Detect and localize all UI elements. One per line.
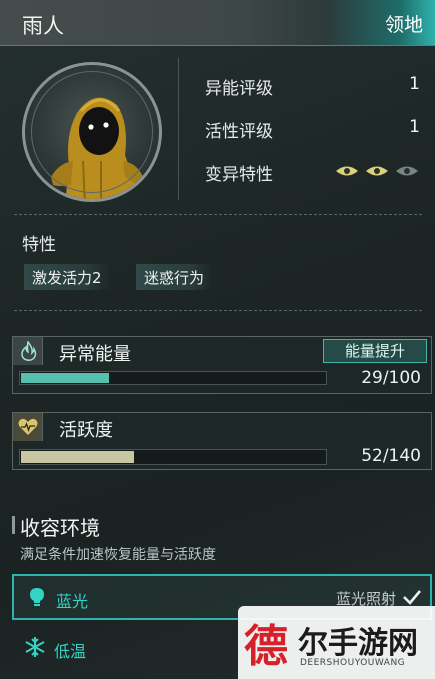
- stat-activity-rating: 活性评级 1: [205, 117, 420, 142]
- energy-bar-fill: [21, 373, 109, 383]
- containment-title: 收容环境: [20, 516, 100, 540]
- stat-ability-rating: 异能评级 1: [205, 74, 420, 99]
- energy-boost-button[interactable]: 能量提升: [323, 339, 427, 363]
- stat-label: 异能评级: [205, 79, 273, 99]
- env-item-label: 低温: [54, 642, 87, 661]
- activity-bar: [19, 449, 327, 465]
- watermark-logo-char: 德: [244, 621, 288, 672]
- energy-bar: [19, 371, 327, 385]
- watermark-subtext: DEERSHOUYOUWANG: [300, 658, 406, 668]
- eye-icon: [396, 166, 418, 176]
- stat-value: 1: [409, 117, 420, 137]
- flame-icon: [13, 337, 43, 365]
- section-divider: [14, 310, 422, 311]
- lightbulb-icon: [30, 588, 44, 606]
- energy-title: 异常能量: [59, 344, 131, 365]
- page-title: 雨人: [22, 14, 64, 38]
- section-marker: [12, 516, 15, 534]
- stat-mutation-traits: 变异特性: [205, 160, 420, 185]
- stat-label: 活性评级: [205, 122, 273, 142]
- energy-value: 29/100: [361, 368, 421, 388]
- check-icon: [403, 590, 421, 605]
- traits-title: 特性: [22, 235, 56, 255]
- eye-icon: [336, 166, 358, 176]
- stat-value: 1: [409, 74, 420, 94]
- stat-label: 变异特性: [205, 165, 273, 185]
- containment-subtitle: 满足条件加速恢复能量与活跃度: [20, 547, 216, 563]
- activity-panel: 活跃度 52/140: [12, 412, 432, 470]
- snowflake-icon: [25, 637, 45, 657]
- site-watermark-logo: 德 尔手游网 DEERSHOUYOUWANG: [238, 606, 435, 679]
- env-item-label: 蓝光: [56, 592, 89, 611]
- energy-panel: 异常能量 能量提升 29/100: [12, 336, 432, 394]
- activity-value: 52/140: [361, 446, 421, 466]
- section-divider: [14, 214, 422, 215]
- heartbeat-icon: [13, 413, 43, 441]
- portrait-divider: [178, 58, 179, 200]
- eye-icon: [366, 166, 388, 176]
- trait-tag[interactable]: 激发活力2: [24, 264, 110, 290]
- activity-bar-fill: [21, 451, 134, 463]
- watermark-text: 尔手游网: [298, 626, 418, 661]
- trait-tag[interactable]: 迷惑行为: [136, 264, 213, 290]
- portrait-inner-ring: [31, 71, 153, 193]
- activity-title: 活跃度: [59, 420, 113, 441]
- header-bar: 雨人 领地: [0, 0, 435, 46]
- domain-button[interactable]: 领地: [385, 10, 423, 37]
- character-portrait: [22, 62, 162, 202]
